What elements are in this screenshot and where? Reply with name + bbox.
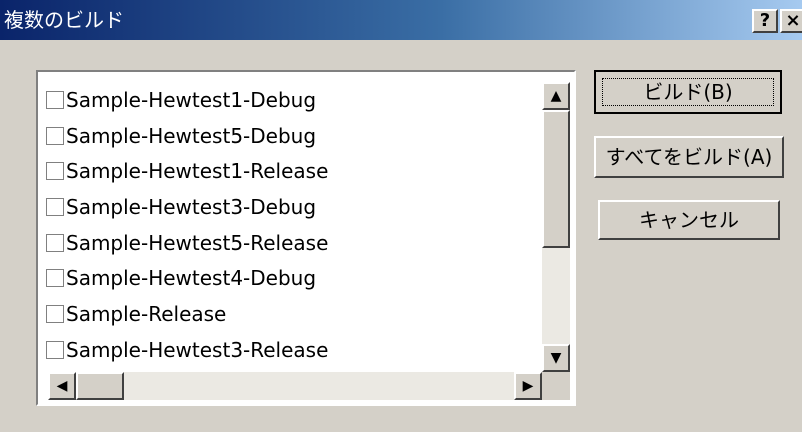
checkbox[interactable]	[46, 340, 64, 359]
list-item-label: Sample-Hewtest3-Release	[66, 337, 329, 362]
list-item[interactable]: Sample-Hewtest5-Debug	[46, 118, 538, 154]
build-all-button[interactable]: すべてをビルド(A)	[594, 136, 784, 178]
list-item[interactable]: Sample-Hewtest3-Debug	[46, 189, 538, 225]
scrollbar-corner	[542, 372, 570, 400]
title-bar: 複数のビルド ? ×	[0, 0, 802, 40]
list-item[interactable]: Sample-Hewtest1-Release	[46, 153, 538, 189]
list-item[interactable]: Sample-Hewtest4-Debug	[46, 260, 538, 296]
list-item[interactable]: Sample-Hewtest1-Debug	[46, 82, 538, 118]
build-config-list: Sample-Hewtest1-Debug Sample-Hewtest5-De…	[46, 82, 538, 368]
checkbox[interactable]	[46, 162, 64, 181]
checkbox[interactable]	[46, 90, 64, 109]
list-item[interactable]: Sample-Hewtest3-Release	[46, 332, 538, 368]
list-item-label: Sample-Hewtest1-Release	[66, 159, 329, 184]
list-item-label: Sample-Hewtest5-Debug	[66, 123, 317, 148]
list-item-label: Sample-Hewtest4-Debug	[66, 266, 317, 291]
scroll-up-button[interactable]: ▲	[542, 82, 570, 110]
vertical-scroll-thumb[interactable]	[542, 110, 570, 248]
list-item[interactable]: Sample-Release	[46, 296, 538, 332]
build-button-label: ビルド(B)	[602, 78, 774, 106]
list-item[interactable]: Sample-Hewtest5-Release	[46, 225, 538, 261]
scroll-right-button[interactable]: ▶	[514, 372, 542, 400]
window-title: 複数のビルド	[4, 8, 124, 32]
list-item-label: Sample-Hewtest3-Debug	[66, 194, 317, 219]
scroll-left-button[interactable]: ◀	[48, 372, 76, 400]
close-button[interactable]: ×	[780, 9, 802, 33]
vertical-scrollbar[interactable]: ▲ ▼	[542, 82, 570, 372]
horizontal-scrollbar[interactable]: ◀ ▶	[48, 372, 542, 400]
horizontal-scroll-thumb[interactable]	[76, 372, 124, 400]
list-item-label: Sample-Release	[66, 301, 227, 326]
list-item-label: Sample-Hewtest1-Debug	[66, 87, 317, 112]
checkbox[interactable]	[46, 126, 64, 145]
build-config-listbox[interactable]: Sample-Hewtest1-Debug Sample-Hewtest5-De…	[36, 70, 576, 406]
scroll-down-button[interactable]: ▼	[542, 344, 570, 372]
checkbox[interactable]	[46, 304, 64, 323]
checkbox[interactable]	[46, 233, 64, 252]
list-item-label: Sample-Hewtest5-Release	[66, 230, 329, 255]
multiple-build-dialog: 複数のビルド ? × Sample-Hewtest1-Debug Sample-…	[0, 0, 802, 432]
build-button[interactable]: ビルド(B)	[594, 70, 782, 114]
help-button[interactable]: ?	[752, 9, 778, 33]
cancel-button[interactable]: キャンセル	[598, 200, 780, 240]
checkbox[interactable]	[46, 197, 64, 216]
checkbox[interactable]	[46, 269, 64, 288]
